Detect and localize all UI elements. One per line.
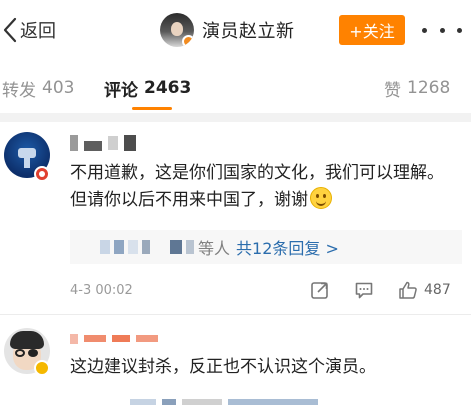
back-label: 返回 <box>20 21 56 42</box>
row-separator <box>0 314 471 315</box>
back-button[interactable]: 返回 <box>2 14 56 46</box>
more-options-icon[interactable] <box>422 18 462 42</box>
follow-button[interactable]: +关注 <box>339 15 405 45</box>
like-count: 487 <box>424 282 451 298</box>
top-nav-bar: 返回 演员赵立新 +关注 <box>0 0 471 60</box>
comment-text: 这边建议封杀，反正也不认识这个演员。 <box>70 357 376 377</box>
account-avatar[interactable] <box>160 13 194 47</box>
account-header[interactable]: 演员赵立新 <box>160 12 295 48</box>
comment-item: 不用道歉，这是你们国家的文化，我们可以理解。但请你以后不用来中国了，谢谢 等人 … <box>0 122 471 318</box>
user-badge-icon <box>34 360 50 376</box>
comment-item: 这边建议封杀，反正也不认识这个演员。 <box>0 318 471 405</box>
tab-label: 赞 <box>384 80 401 101</box>
smile-emoji-icon <box>310 187 332 209</box>
tab-repost[interactable]: 转发 403 <box>2 66 74 110</box>
chevron-left-icon <box>3 17 17 43</box>
section-divider <box>0 113 471 122</box>
account-name: 演员赵立新 <box>202 21 295 42</box>
replies-preview-partial[interactable] <box>130 399 318 405</box>
masked-reply-names <box>100 240 194 254</box>
comment-tabs: 转发 403 评论 2463 赞 1268 <box>0 66 471 110</box>
replies-preview[interactable]: 等人 共12条回复 > <box>70 230 462 264</box>
tab-count: 403 <box>42 78 75 98</box>
masked-username[interactable] <box>70 134 136 152</box>
verified-badge-icon <box>182 35 194 47</box>
reply-name-suffix: 等人 <box>198 239 231 258</box>
comment-timestamp: 4-3 00:02 <box>70 283 133 298</box>
comment-text: 不用道歉，这是你们国家的文化，我们可以理解。但请你以后不用来中国了，谢谢 <box>70 160 458 214</box>
comment-body: 不用道歉，这是你们国家的文化，我们可以理解。但请你以后不用来中国了，谢谢 <box>70 163 444 210</box>
tab-label: 评论 <box>104 80 138 101</box>
active-tab-indicator <box>132 107 172 110</box>
tab-count: 2463 <box>144 78 192 98</box>
share-icon[interactable] <box>310 280 330 300</box>
tab-comments[interactable]: 评论 2463 <box>104 66 191 110</box>
tab-count: 1268 <box>407 78 451 98</box>
user-badge-icon <box>34 166 50 182</box>
view-replies-link[interactable]: 共12条回复 > <box>236 235 339 259</box>
comment-icon[interactable] <box>354 280 374 300</box>
masked-username[interactable] <box>70 332 158 350</box>
thumbs-up-icon[interactable] <box>398 280 418 300</box>
comment-actions: 487 <box>310 279 451 301</box>
tab-likes[interactable]: 赞 1268 <box>384 66 450 110</box>
tab-label: 转发 <box>2 80 36 101</box>
